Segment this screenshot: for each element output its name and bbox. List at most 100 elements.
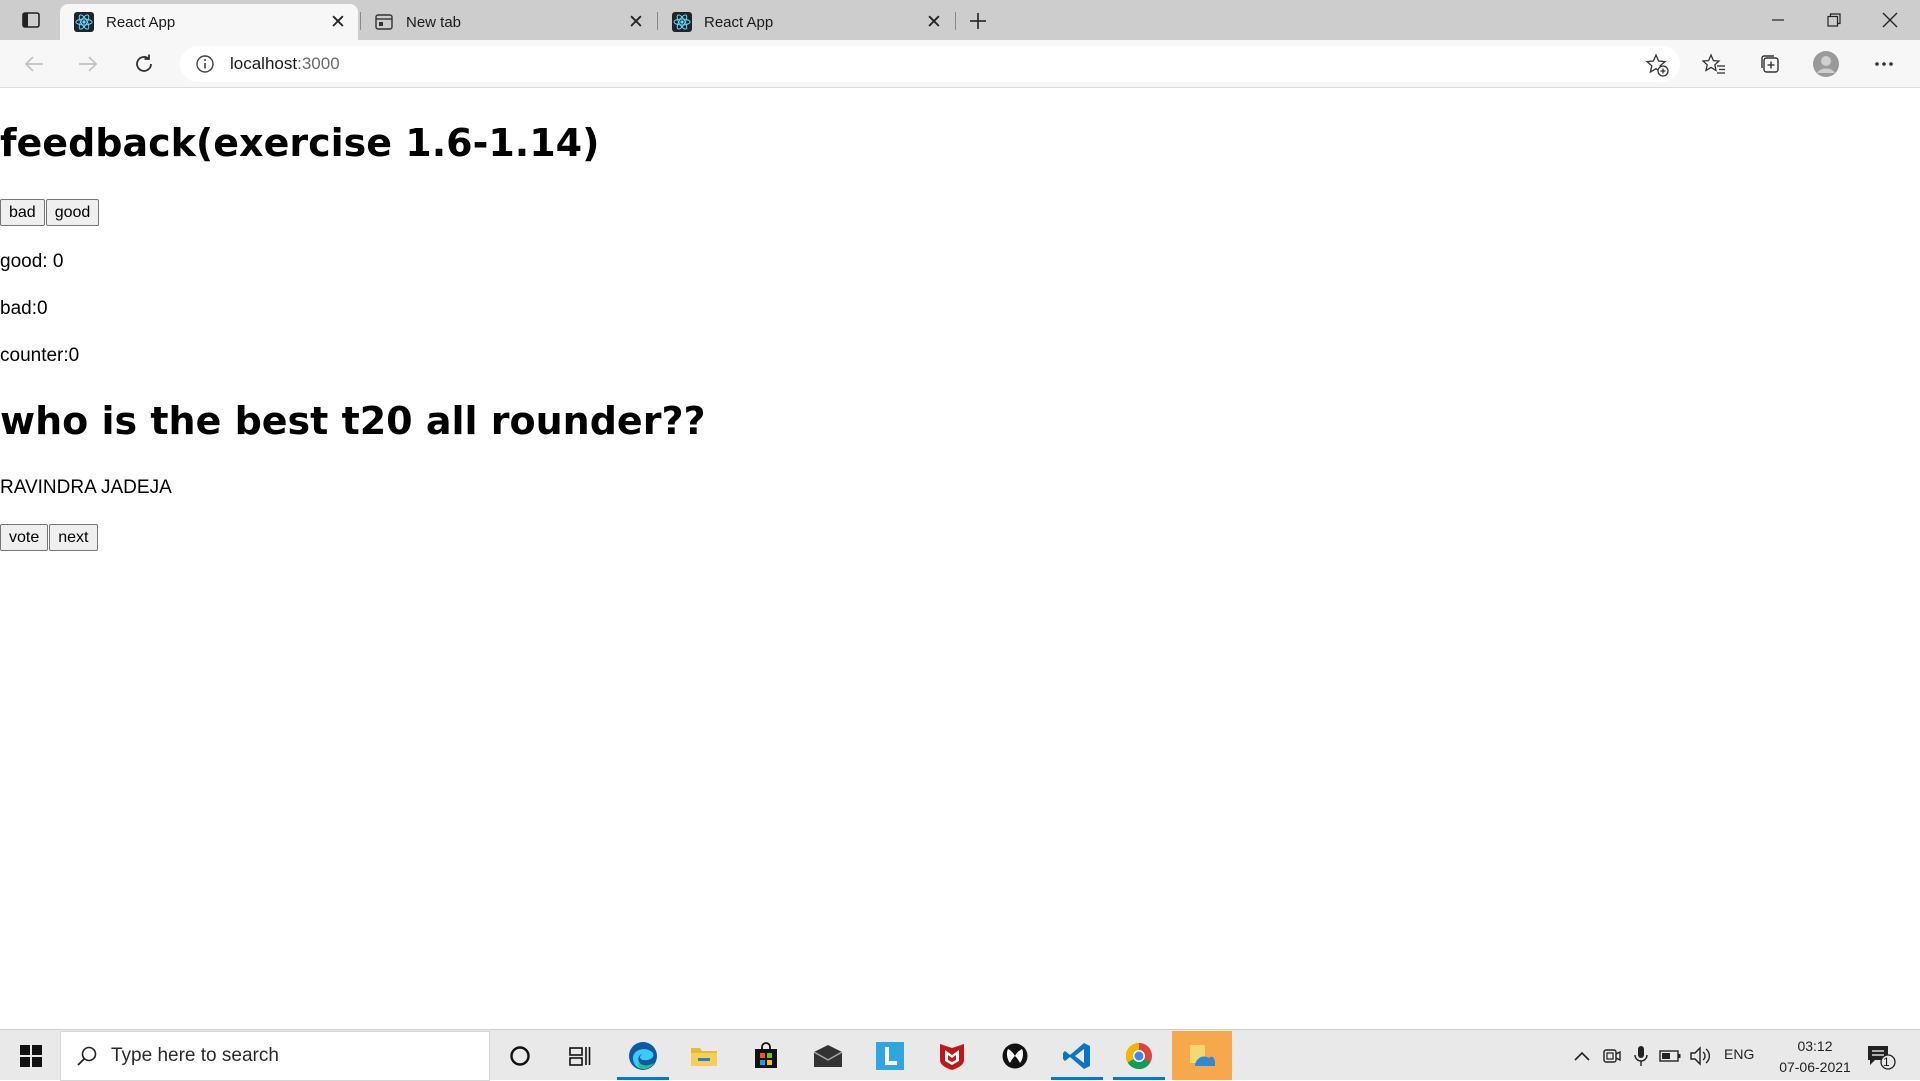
- close-window-button[interactable]: [1862, 0, 1918, 40]
- counter-value: counter:0: [0, 345, 80, 366]
- language-indicator[interactable]: ENG: [1724, 1046, 1754, 1062]
- tab-new-tab[interactable]: New tab ✕: [360, 4, 656, 40]
- tab-react-app-2[interactable]: React App ✕: [658, 4, 954, 40]
- edge-taskbar-app[interactable]: [613, 1031, 673, 1080]
- l-taskbar-app[interactable]: [860, 1031, 920, 1080]
- store-taskbar-app[interactable]: [736, 1031, 796, 1080]
- url-port: :3000: [297, 54, 340, 73]
- bad-count: bad:0: [0, 298, 48, 319]
- mail-icon: [813, 1044, 843, 1067]
- back-arrow-icon: [24, 56, 43, 72]
- minimize-button[interactable]: [1750, 0, 1806, 40]
- close-tab-icon[interactable]: ✕: [920, 8, 948, 36]
- page-content: feedback(exercise 1.6-1.14) bad good goo…: [0, 89, 1920, 1029]
- next-button[interactable]: next: [49, 524, 98, 551]
- tab-react-app-1[interactable]: React App ✕: [60, 4, 358, 40]
- microphone-button[interactable]: [1629, 1044, 1653, 1068]
- chrome-icon: [1125, 1042, 1152, 1069]
- photos-taskbar-app[interactable]: [1172, 1031, 1232, 1080]
- show-hidden-icons-button[interactable]: [1570, 1044, 1594, 1068]
- file-explorer-taskbar-app[interactable]: [674, 1031, 734, 1080]
- plus-icon: [970, 13, 986, 29]
- file-explorer-icon: [691, 1047, 717, 1066]
- battery-button[interactable]: [1658, 1044, 1682, 1068]
- xbox-taskbar-app[interactable]: [985, 1031, 1045, 1080]
- avatar: [1813, 51, 1839, 77]
- collections-button[interactable]: [1752, 46, 1788, 82]
- new-tab-button[interactable]: [962, 6, 994, 36]
- store-icon: [755, 1041, 777, 1068]
- anecdote-buttons: vote next: [0, 524, 99, 551]
- anecdote-heading: who is the best t20 all rounder??: [0, 399, 706, 443]
- restore-icon: [1827, 13, 1841, 27]
- tab-title: React App: [704, 13, 774, 31]
- notification-count: 1: [1883, 1055, 1890, 1069]
- cortana-button[interactable]: [490, 1031, 550, 1080]
- good-count: good: 0: [0, 251, 64, 272]
- close-tab-icon[interactable]: ✕: [324, 8, 352, 36]
- search-placeholder: Type here to search: [111, 1045, 279, 1066]
- more-options-icon: [1875, 62, 1893, 66]
- profile-button[interactable]: [1808, 46, 1844, 82]
- tab-actions-icon: [22, 12, 40, 28]
- cortana-icon: [510, 1045, 530, 1066]
- camera-icon: [1603, 1049, 1621, 1063]
- task-view-button[interactable]: [550, 1031, 610, 1080]
- url-text: localhost:3000: [230, 54, 340, 74]
- task-view-icon: [569, 1046, 591, 1066]
- tab-title: React App: [106, 13, 176, 31]
- search-icon: [75, 1044, 99, 1068]
- close-tab-icon[interactable]: ✕: [622, 8, 650, 36]
- react-logo-icon: [74, 12, 94, 32]
- anecdote-text: RAVINDRA JADEJA: [0, 477, 172, 498]
- mail-taskbar-app[interactable]: [798, 1031, 858, 1080]
- back-button[interactable]: [16, 46, 52, 82]
- favorites-icon: [1702, 53, 1725, 74]
- vscode-taskbar-app[interactable]: [1047, 1031, 1107, 1080]
- microphone-icon: [1634, 1046, 1648, 1066]
- browser-tab-strip: React App ✕ New tab ✕ React App ✕: [0, 0, 1920, 40]
- mcafee-taskbar-app[interactable]: [922, 1031, 982, 1080]
- action-center-button[interactable]: 1: [1864, 1042, 1898, 1072]
- settings-menu-button[interactable]: [1866, 46, 1902, 82]
- browser-toolbar: localhost:3000: [0, 40, 1920, 88]
- volume-button[interactable]: [1688, 1044, 1712, 1068]
- photos-icon: [1190, 1044, 1215, 1066]
- address-bar[interactable]: localhost:3000: [180, 46, 1680, 82]
- vscode-icon: [1063, 1042, 1090, 1069]
- tab-actions-button[interactable]: [14, 7, 48, 33]
- collections-icon: [1761, 55, 1779, 73]
- vote-button[interactable]: vote: [0, 524, 49, 551]
- restore-button[interactable]: [1806, 0, 1862, 40]
- battery-icon: [1659, 1050, 1681, 1062]
- l-app-icon: [876, 1041, 904, 1070]
- bad-button[interactable]: bad: [0, 199, 45, 226]
- good-button[interactable]: good: [45, 199, 100, 226]
- speaker-icon: [1690, 1046, 1710, 1066]
- close-icon: [1882, 12, 1898, 28]
- forward-button[interactable]: [70, 46, 106, 82]
- url-host: localhost: [230, 54, 298, 73]
- xbox-icon: [1002, 1043, 1028, 1068]
- refresh-button[interactable]: [126, 46, 162, 82]
- site-info-icon[interactable]: [194, 53, 216, 75]
- start-button[interactable]: [8, 1038, 54, 1074]
- edge-icon: [629, 1041, 657, 1070]
- tab-divider: [955, 12, 956, 30]
- minimize-icon: [1772, 19, 1784, 21]
- feedback-heading: feedback(exercise 1.6-1.14): [0, 121, 600, 165]
- windows-logo-icon: [20, 1045, 42, 1067]
- react-logo-icon: [672, 12, 692, 32]
- clock[interactable]: 03:12 07-06-2021: [1760, 1036, 1870, 1078]
- meet-now-button[interactable]: [1600, 1044, 1624, 1068]
- refresh-icon: [136, 54, 152, 72]
- windows-taskbar: Type here to search ENG 03:12 07-06-2021…: [0, 1029, 1920, 1081]
- forward-arrow-icon: [79, 56, 98, 72]
- taskbar-search-box[interactable]: Type here to search: [60, 1031, 490, 1081]
- notification-icon: [1868, 1046, 1896, 1070]
- clock-date: 07-06-2021: [1779, 1059, 1851, 1075]
- new-tab-page-icon: [374, 12, 394, 32]
- chrome-taskbar-app[interactable]: [1109, 1031, 1169, 1080]
- favorites-button[interactable]: [1696, 46, 1732, 82]
- add-favorite-icon[interactable]: [1644, 52, 1670, 78]
